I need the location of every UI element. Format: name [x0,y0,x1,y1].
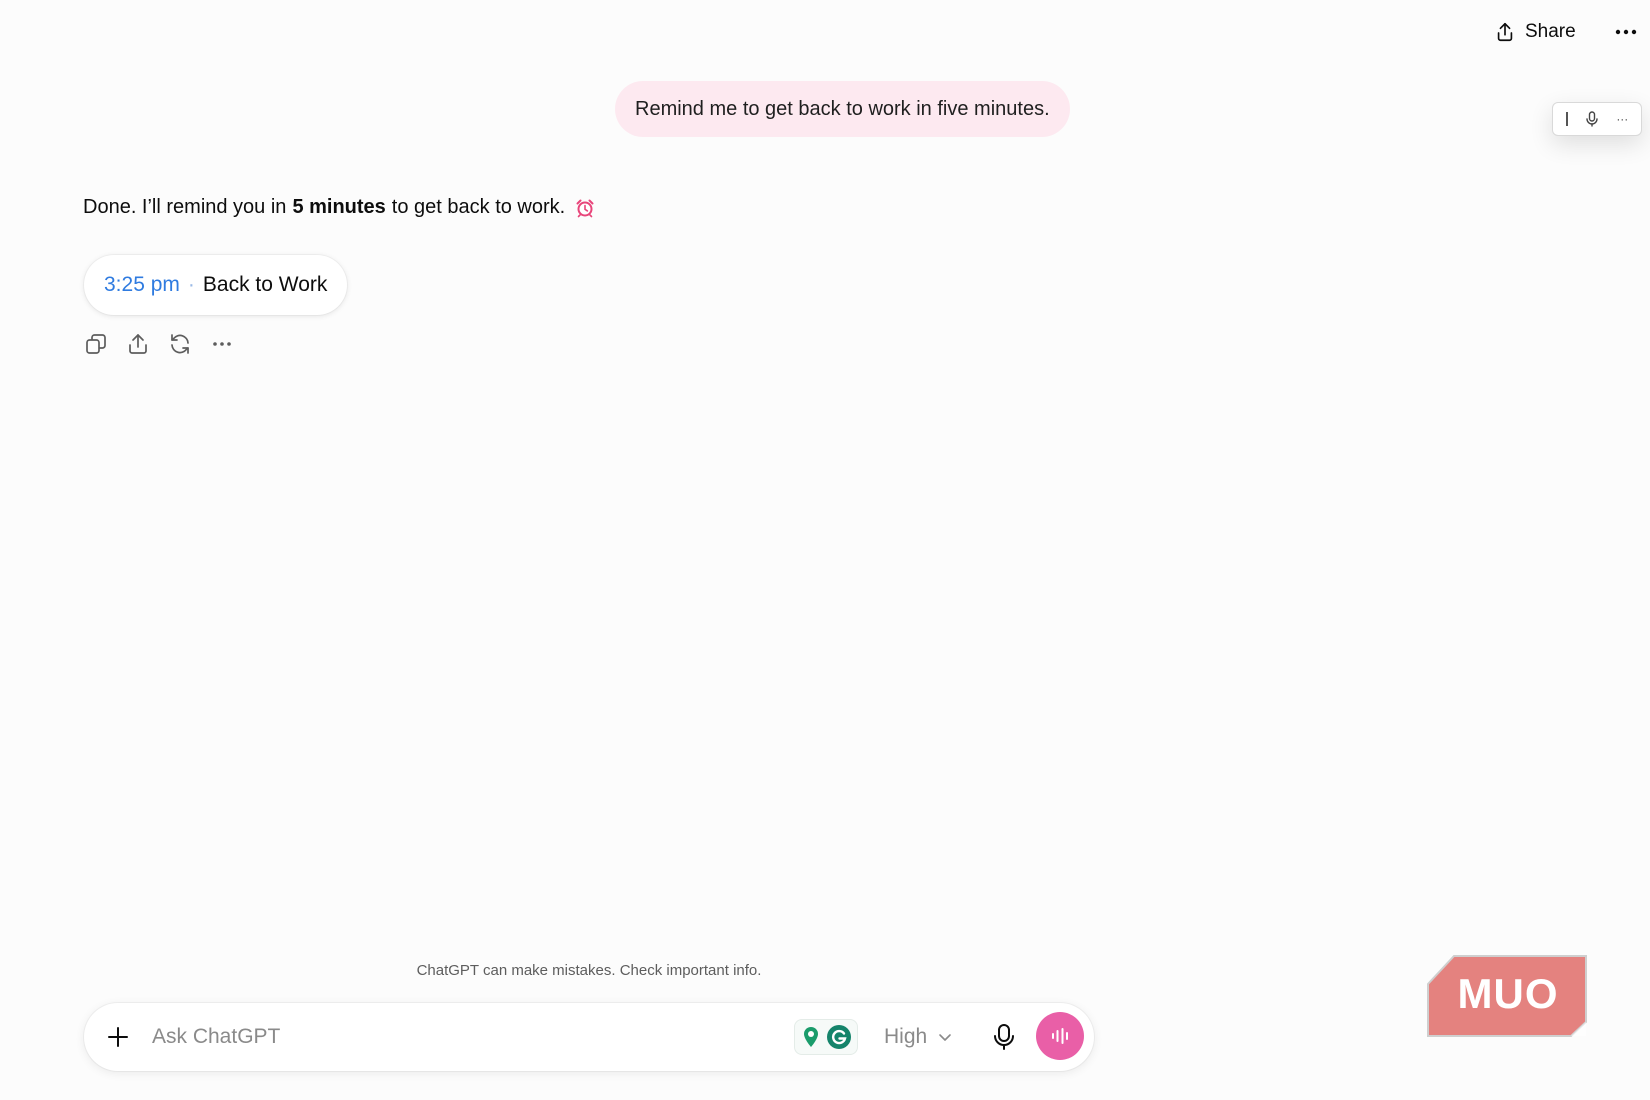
regenerate-icon [171,334,189,354]
more-horizontal-icon [213,342,231,346]
conversation-options-button[interactable] [1612,18,1640,46]
share-icon [129,334,147,354]
dictation-toolbar: ··· [1552,102,1642,136]
extension-icons [794,1019,858,1055]
svg-text:MUO: MUO [1458,970,1559,1017]
copy-button[interactable] [84,332,108,356]
prompt-input[interactable] [152,1017,852,1057]
regenerate-button[interactable] [168,332,192,356]
attach-button[interactable] [104,1023,132,1051]
muo-logo: MUO [1426,954,1588,1038]
grammarly-icon[interactable] [825,1023,853,1051]
share-label: Share [1525,21,1576,42]
composer: High [84,1003,1094,1071]
message-actions [84,332,234,356]
reminder-chip[interactable]: 3:25 pm · Back to Work [84,255,348,315]
message-more-button[interactable] [210,332,234,356]
reminder-time: 3:25 pm [104,273,180,296]
share-message-button[interactable] [126,332,150,356]
disclaimer-text: ChatGPT can make mistakes. Check importa… [416,962,762,979]
dictate-button[interactable] [988,1021,1020,1053]
model-selector[interactable]: High [884,1019,953,1055]
location-pin-icon[interactable] [799,1025,823,1049]
alarm-clock-icon [575,198,595,218]
copy-icon [86,334,106,354]
assistant-text-after: to get back to work. [391,196,566,218]
model-label: High [884,1025,928,1048]
share-button[interactable]: Share [1488,14,1582,50]
user-message-text: Remind me to get back to work in five mi… [635,97,1050,120]
assistant-message: Done. I’ll remind you in 5 minutes to ge… [83,196,595,219]
dictation-mic-button[interactable] [1585,111,1599,127]
voice-mode-button[interactable] [1036,1012,1084,1060]
assistant-text-bold: 5 minutes [292,196,386,218]
microphone-icon [1586,111,1598,127]
user-message-bubble: Remind me to get back to work in five mi… [615,81,1070,137]
share-upload-icon [1494,21,1516,43]
microphone-icon [994,1024,1014,1050]
dictation-more-button[interactable]: ··· [1616,112,1628,126]
reminder-title: Back to Work [202,273,328,296]
more-horizontal-icon [1615,29,1637,35]
reminder-separator: · [187,273,195,296]
chevron-down-icon [939,1034,952,1041]
assistant-text-before: Done. I’ll remind you in [83,196,287,218]
plus-icon [108,1027,128,1047]
voice-waveform-icon [1052,1028,1068,1044]
text-cursor-icon[interactable] [1565,112,1568,126]
